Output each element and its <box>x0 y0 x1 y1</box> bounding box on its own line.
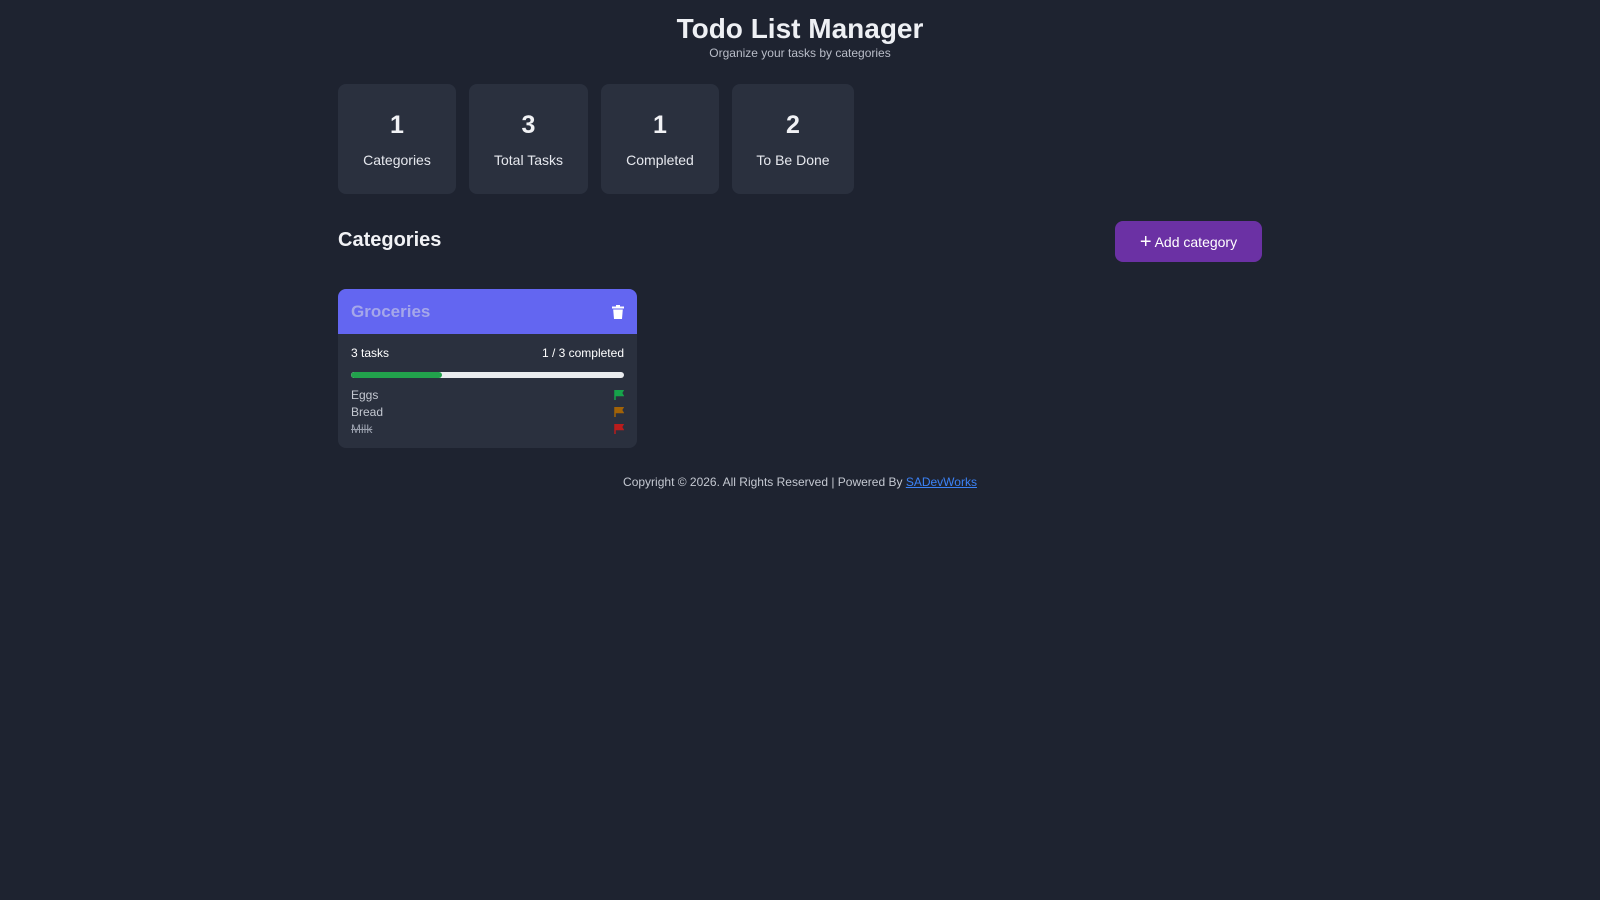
stat-label: To Be Done <box>756 152 830 168</box>
stat-card-categories: 1 Categories <box>338 84 456 194</box>
flag-icon <box>614 389 624 400</box>
task-item[interactable]: Eggs <box>351 386 624 403</box>
stat-card-completed: 1 Completed <box>601 84 719 194</box>
footer-link[interactable]: SADevWorks <box>906 475 977 489</box>
task-name: Eggs <box>351 387 379 402</box>
stat-label: Completed <box>626 152 694 168</box>
stat-label: Total Tasks <box>494 152 563 168</box>
progress-bar <box>351 372 624 378</box>
task-list: Eggs Bread Milk <box>351 386 624 437</box>
progress-fill <box>351 372 442 378</box>
page-title: Todo List Manager <box>676 13 924 44</box>
trash-icon[interactable] <box>612 304 624 319</box>
stat-label: Categories <box>363 152 431 168</box>
completed-count: 1 / 3 completed <box>541 346 624 360</box>
stat-card-to-be-done: 2 To Be Done <box>732 84 854 194</box>
stat-card-total-tasks: 3 Total Tasks <box>469 84 588 194</box>
task-item[interactable]: Bread <box>351 403 624 420</box>
task-item-completed[interactable]: Milk <box>351 420 624 437</box>
stat-value: 1 <box>390 111 404 139</box>
page-subtitle: Organize your tasks by categories <box>709 46 891 60</box>
flag-icon <box>614 423 624 434</box>
task-name: Bread <box>351 404 384 419</box>
task-name: Milk <box>351 421 373 436</box>
category-meta: 3 tasks 1 / 3 completed <box>351 346 624 360</box>
stat-value: 3 <box>521 111 536 139</box>
categories-heading: Categories <box>338 229 442 251</box>
add-category-button[interactable]: + Add category <box>1115 221 1262 262</box>
stat-value: 1 <box>653 111 667 139</box>
category-card-body: 3 tasks 1 / 3 completed Eggs Bread Milk <box>338 334 637 437</box>
flag-icon <box>614 406 624 417</box>
page-header: Todo List Manager Organize your tasks by… <box>0 12 1600 60</box>
category-name[interactable]: Groceries <box>351 302 430 322</box>
task-count: 3 tasks <box>351 346 390 360</box>
stat-value: 2 <box>786 111 800 139</box>
footer-text: Copyright © 2026. All Rights Reserved | … <box>623 475 906 489</box>
stats-row: 1 Categories 3 Total Tasks 1 Completed 2… <box>338 84 867 194</box>
plus-icon: + <box>1139 230 1152 253</box>
add-category-label: Add category <box>1154 233 1238 250</box>
page-footer: Copyright © 2026. All Rights Reserved | … <box>0 475 1600 489</box>
category-card: Groceries 3 tasks 1 / 3 completed Eggs B… <box>338 289 637 448</box>
category-card-header: Groceries <box>338 289 637 334</box>
